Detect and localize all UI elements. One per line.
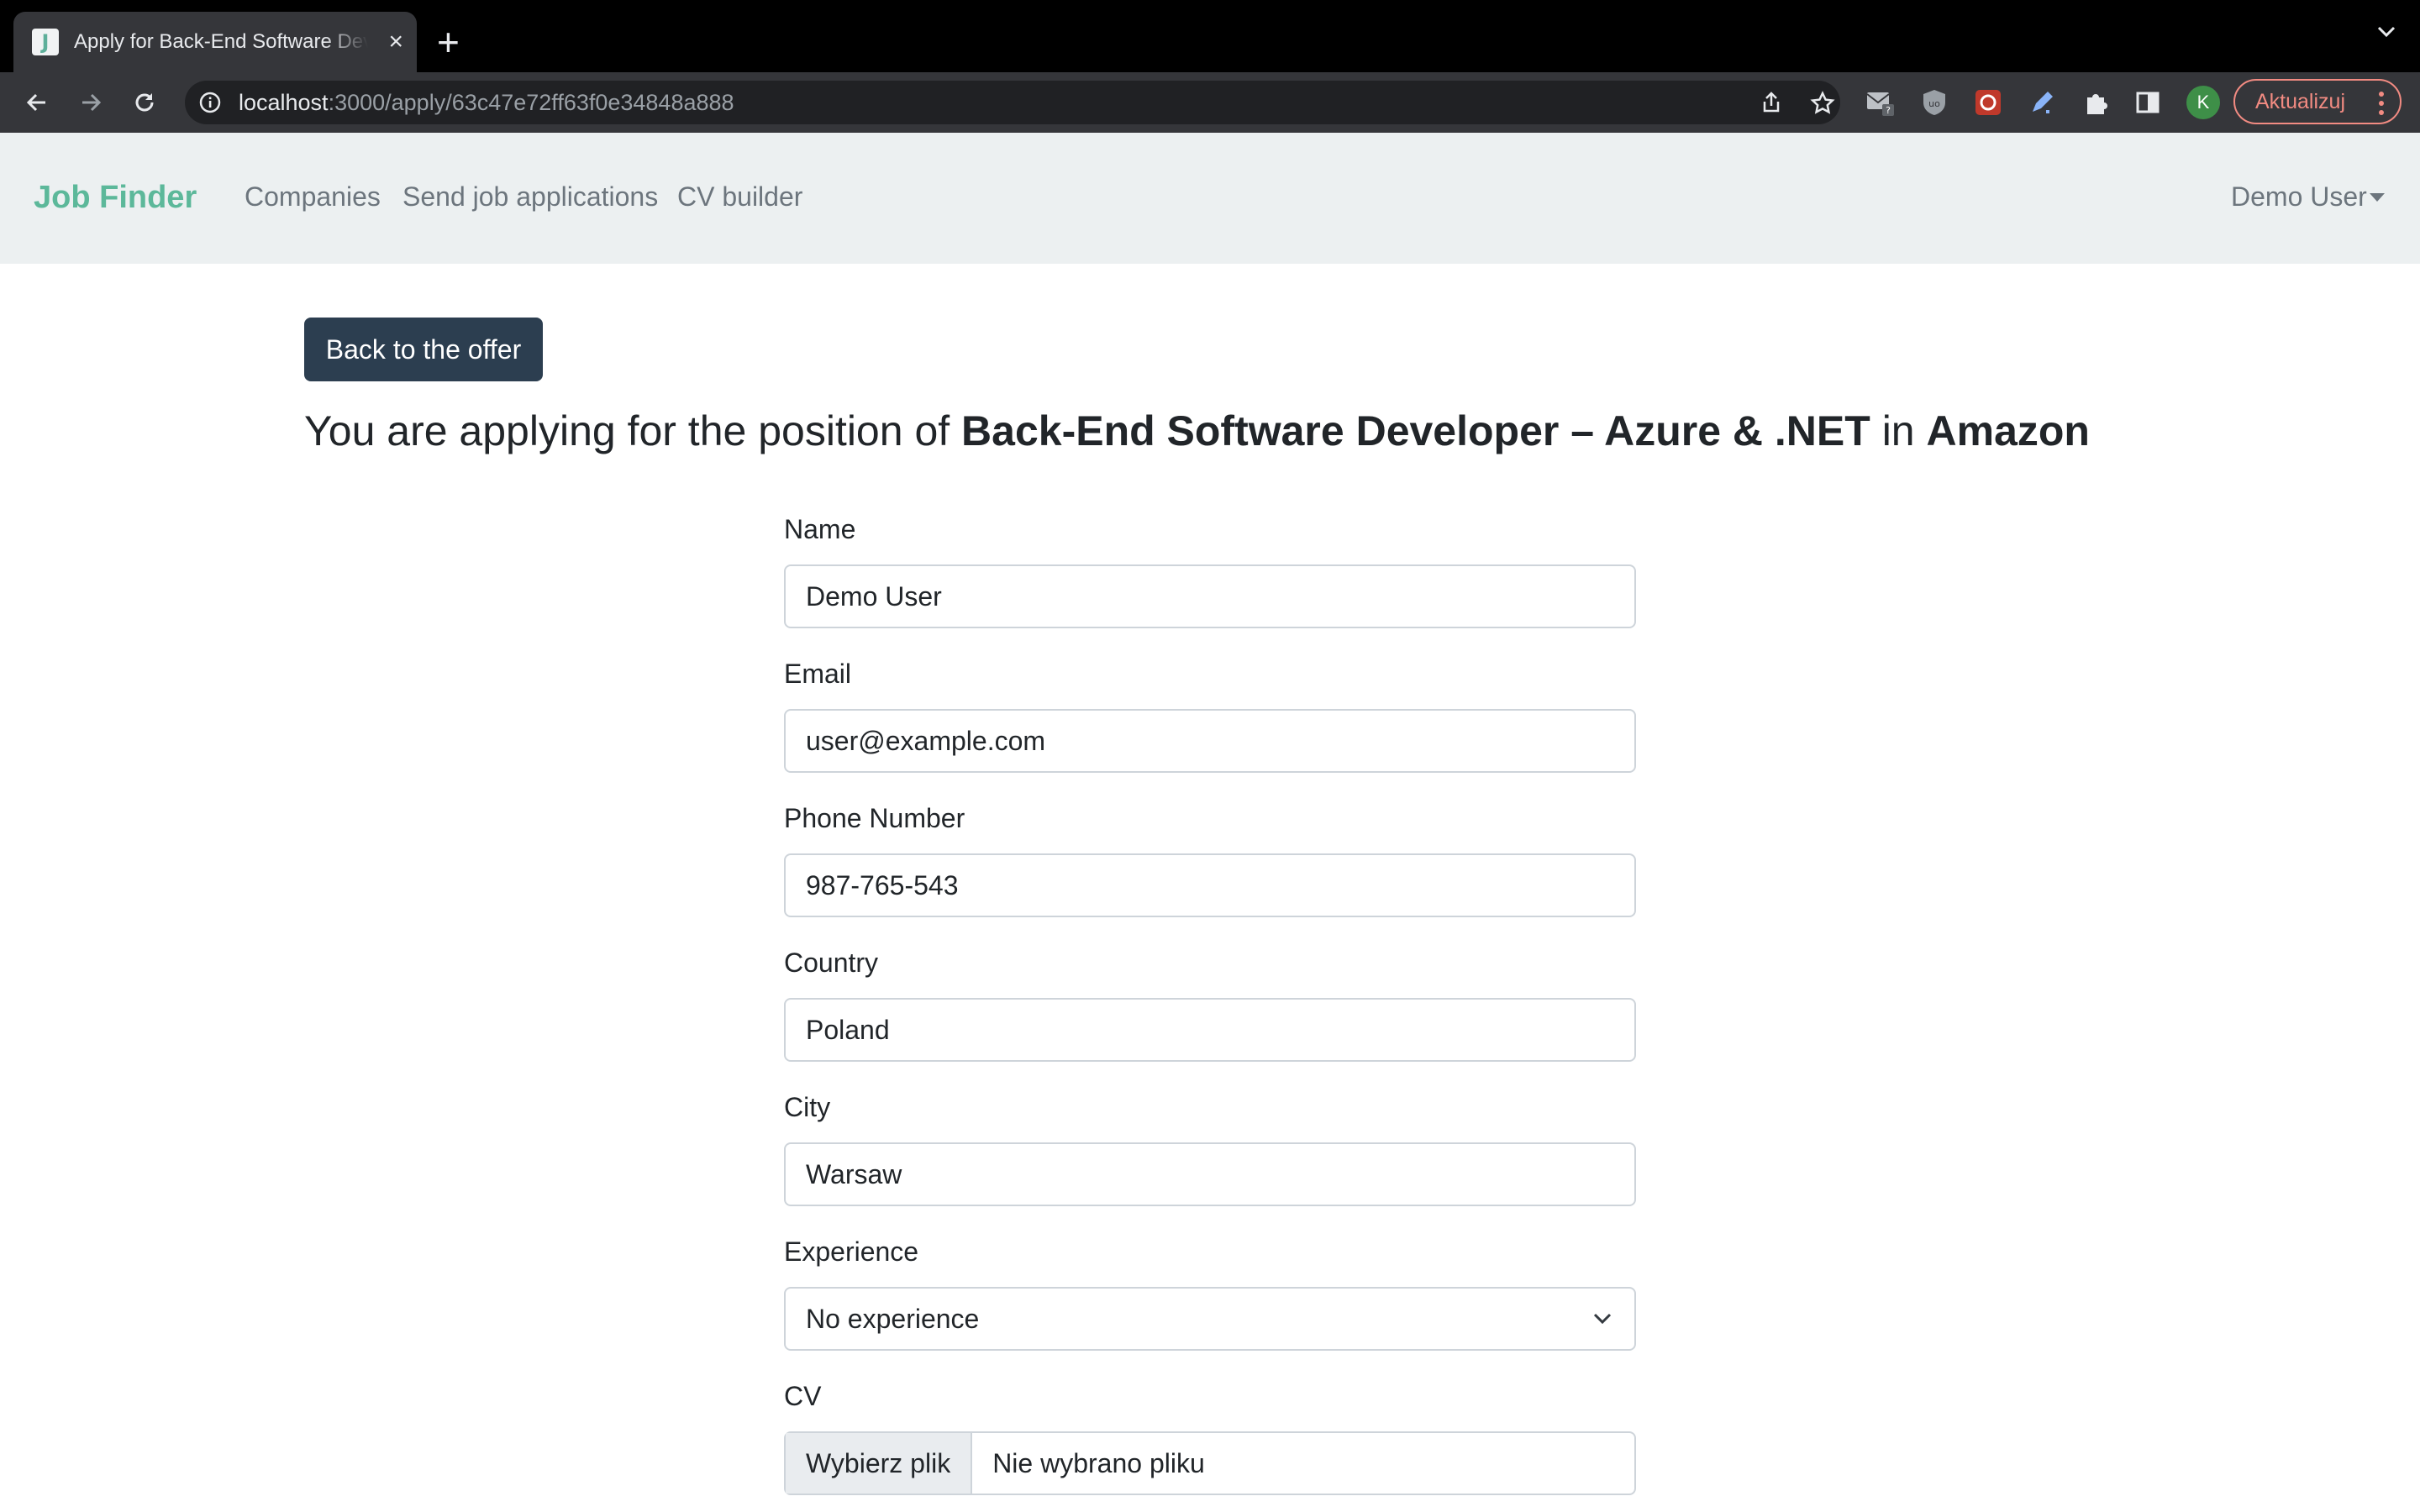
url-path: :3000/apply/63c47e72ff63f0e34848a888 xyxy=(328,90,734,115)
email-input[interactable]: user@example.com xyxy=(784,709,1636,773)
extensions-puzzle-icon[interactable] xyxy=(2081,87,2111,118)
side-panel-icon[interactable] xyxy=(2133,87,2163,118)
close-tab-icon[interactable]: × xyxy=(388,29,403,55)
red-extension-icon[interactable] xyxy=(1973,87,2003,118)
country-label: Country xyxy=(784,948,879,978)
experience-label: Experience xyxy=(784,1236,919,1267)
ublock-shield-icon[interactable]: uo xyxy=(1919,87,1949,118)
file-status-text: Nie wybrano pliku xyxy=(992,1447,1205,1478)
nav-link-companies[interactable]: Companies xyxy=(245,181,381,213)
dropdown-caret-icon[interactable] xyxy=(2370,193,2385,202)
page-title: You are applying for the position of Bac… xyxy=(304,407,2090,455)
app-navbar: Job Finder Companies Send job applicatio… xyxy=(0,133,2420,264)
cv-file-input[interactable]: Wybierz plik Nie wybrano pliku xyxy=(784,1431,1636,1495)
company-name: Amazon xyxy=(1926,407,2090,454)
city-label: City xyxy=(784,1092,831,1122)
url-text: localhost:3000/apply/63c47e72ff63f0e3484… xyxy=(239,90,734,116)
tab-search-chevron-icon[interactable] xyxy=(2376,25,2396,39)
email-label: Email xyxy=(784,659,852,689)
profile-avatar[interactable]: K xyxy=(2186,86,2220,119)
url-host: localhost xyxy=(239,90,329,115)
tab-title: Apply for Back-End Software Developer – … xyxy=(74,30,368,53)
bookmark-star-icon[interactable] xyxy=(1810,91,1835,116)
back-arrow-icon[interactable] xyxy=(20,86,54,119)
phone-label: Phone Number xyxy=(784,803,965,833)
user-dropdown[interactable]: Demo User xyxy=(2231,181,2367,213)
update-chrome-button[interactable]: Aktualizuj xyxy=(2233,79,2402,124)
nav-link-send-applications[interactable]: Send job applications xyxy=(402,181,658,213)
browser-toolbar: localhost:3000/apply/63c47e72ff63f0e3484… xyxy=(0,72,2420,133)
forward-arrow-icon[interactable] xyxy=(74,86,108,119)
favicon-icon: J xyxy=(32,29,59,55)
cv-label: CV xyxy=(784,1381,822,1411)
share-icon[interactable] xyxy=(1760,91,1783,114)
svg-text:uo: uo xyxy=(1928,98,1940,109)
experience-select[interactable]: No experience xyxy=(784,1287,1636,1351)
browser-tab-bar: J Apply for Back-End Software Developer … xyxy=(0,0,2420,72)
heading-middle: in xyxy=(1870,407,1927,454)
name-input[interactable]: Demo User xyxy=(784,564,1636,628)
country-input[interactable]: Poland xyxy=(784,998,1636,1062)
kebab-menu-icon[interactable] xyxy=(2378,91,2385,116)
chevron-down-icon xyxy=(1593,1313,1612,1325)
brand-logo[interactable]: Job Finder xyxy=(34,180,197,216)
site-info-icon[interactable] xyxy=(198,91,222,114)
pen-extension-icon[interactable] xyxy=(2027,87,2057,118)
new-tab-icon[interactable]: + xyxy=(437,17,460,67)
address-bar[interactable]: localhost:3000/apply/63c47e72ff63f0e3484… xyxy=(185,81,1840,124)
reload-icon[interactable] xyxy=(128,86,161,119)
experience-selected-value: No experience xyxy=(806,1303,980,1334)
name-label: Name xyxy=(784,514,856,544)
browser-tab[interactable]: J Apply for Back-End Software Developer … xyxy=(13,12,417,72)
update-label: Aktualizuj xyxy=(2255,89,2345,113)
position-title: Back-End Software Developer – Azure & .N… xyxy=(961,407,1870,454)
svg-text:?: ? xyxy=(1886,105,1891,116)
nav-link-cv-builder[interactable]: CV builder xyxy=(677,181,802,213)
phone-input[interactable]: 987-765-543 xyxy=(784,853,1636,917)
mail-extension-icon[interactable]: ? xyxy=(1865,87,1896,118)
heading-prefix: You are applying for the position of xyxy=(304,407,962,454)
city-input[interactable]: Warsaw xyxy=(784,1142,1636,1206)
choose-file-button[interactable]: Wybierz plik xyxy=(786,1433,973,1494)
back-to-offer-button[interactable]: Back to the offer xyxy=(304,318,543,381)
